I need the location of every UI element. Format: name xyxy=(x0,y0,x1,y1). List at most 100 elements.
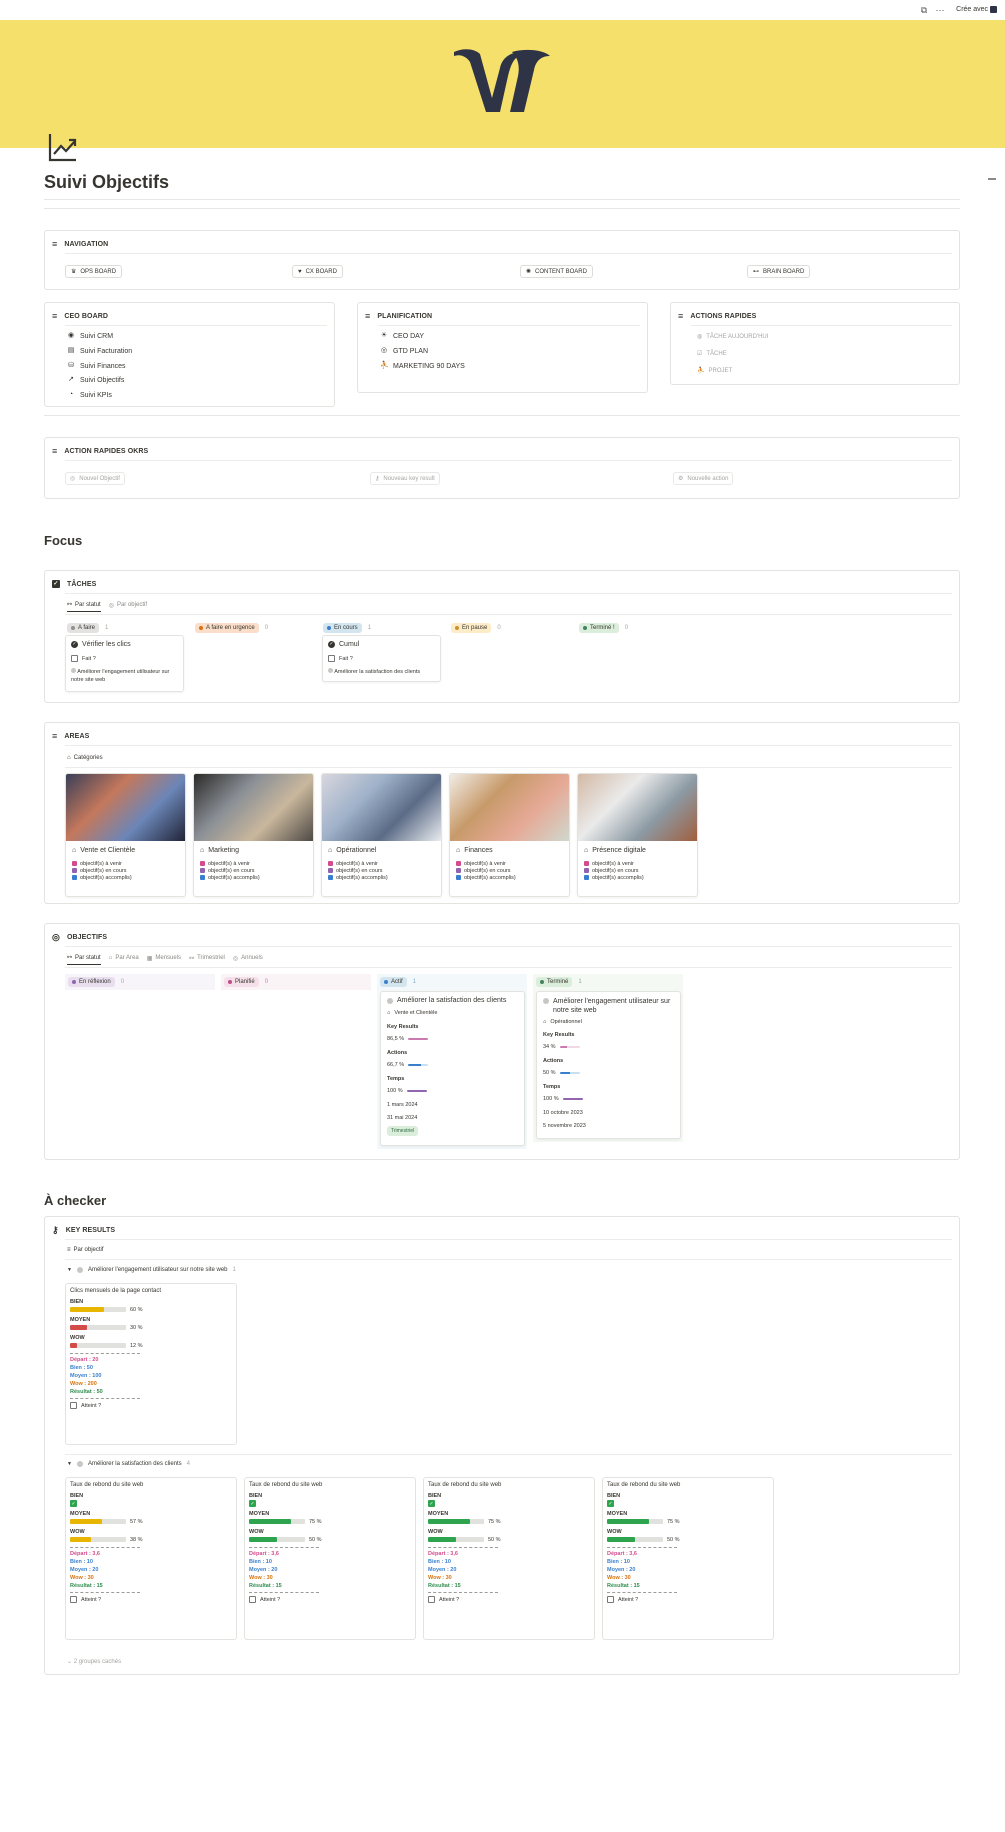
task-title: Vérifier les clics xyxy=(82,641,131,648)
fait-checkbox[interactable] xyxy=(328,655,335,662)
actions-label: Actions xyxy=(387,1050,408,1056)
nouvel-objectif-button[interactable]: ◎ Nouvel Objectif xyxy=(65,472,125,485)
action-tache-aujourdhui-button[interactable]: ◍ TÂCHE AUJOURD'HUI xyxy=(693,330,772,343)
tab-par-area[interactable]: ⌂ Par Area xyxy=(109,953,139,965)
cree-avec-button[interactable]: Crée avec xyxy=(956,4,997,16)
moyen-target: Moyen : 20 xyxy=(428,1567,457,1573)
task-card[interactable]: ✓ Cumul Fait ? Améliorer la satisfaction … xyxy=(322,635,441,682)
tab-par-objectif[interactable]: ◎ Par objectif xyxy=(109,600,147,612)
objective-card[interactable]: Améliorer la satisfaction des clients ⌂ V… xyxy=(380,991,525,1146)
objective-icon xyxy=(328,668,333,673)
dashed-divider xyxy=(428,1592,498,1593)
ceo-item-suivi-finances[interactable]: ⛁ Suivi Finances xyxy=(67,360,125,372)
tab-par-objectif[interactable]: ≡ Par objectif xyxy=(67,1245,104,1257)
ceo-board-block: ≡ CEO BOARD ◉ Suivi CRM ▤ Suivi Facturation… xyxy=(44,302,335,407)
ceo-item-suivi-facturation[interactable]: ▤ Suivi Facturation xyxy=(67,345,132,357)
nav-button-ops-board[interactable]: ♛ OPS BOARD xyxy=(65,265,123,278)
bien-target: Bien : 10 xyxy=(249,1559,272,1565)
ceo-item-suivi-kpis[interactable]: ◔ Suivi KPIs xyxy=(67,389,112,401)
area-card[interactable]: ⌂ Marketing objectif(s) à venir objectif(s)… xyxy=(193,773,314,897)
objective-title: Améliorer l'engagement utilisateur sur n… xyxy=(553,998,671,1014)
atteint-checkbox[interactable] xyxy=(607,1596,614,1603)
chevron-down-icon: ⌄ xyxy=(67,1659,73,1665)
objective-title-row: Améliorer la satisfaction des clients xyxy=(387,997,518,1004)
toc-toggle-icon[interactable] xyxy=(988,178,996,180)
action-projet-button[interactable]: ⛹ PROJET xyxy=(693,364,736,377)
tab-par-statut[interactable]: ⚯ Par statut xyxy=(67,600,101,612)
key-result-card[interactable]: Taux de rebond du site web BIEN ✓ MOYEN 75 %… xyxy=(423,1477,595,1640)
atteint-checkbox[interactable] xyxy=(70,1402,77,1409)
nouveau-key-result-button[interactable]: ⚷ Nouveau key result xyxy=(370,472,440,485)
key-result-card[interactable]: Clics mensuels de la page contact BIEN 6… xyxy=(65,1283,237,1445)
task-objectif[interactable]: Améliorer la satisfaction des clients xyxy=(328,668,435,675)
start-date: 10 octobre 2023 xyxy=(543,1110,583,1116)
atteint-checkbox[interactable] xyxy=(70,1596,77,1603)
atteint-checkbox[interactable] xyxy=(249,1596,256,1603)
tab-mensuels[interactable]: ▦ Mensuels xyxy=(147,953,181,965)
bien-checkbox[interactable]: ✓ xyxy=(607,1500,614,1507)
hidden-groups-toggle[interactable]: ⌄ 2 groupes cachés xyxy=(67,1658,121,1665)
area-cover-image xyxy=(66,774,185,841)
nouvelle-action-button[interactable]: ⚙ Nouvelle action xyxy=(673,472,734,485)
area-meta: objectif(s) à venir objectif(s) en cours o… xyxy=(584,860,644,881)
wow-value: 12 % xyxy=(130,1342,143,1349)
objective-icon xyxy=(387,997,393,1004)
divider xyxy=(44,208,960,209)
divider xyxy=(65,253,952,254)
ceo-board-header: ≡ CEO BOARD xyxy=(52,311,109,321)
plan-item-gtd-plan[interactable]: ◎ GTD PLAN xyxy=(380,345,428,357)
atteint-label: Atteint ? xyxy=(439,1596,460,1603)
key-result-card[interactable]: Taux de rebond du site web BIEN ✓ MOYEN 57 %… xyxy=(65,1477,237,1640)
status-column-planifie: Planifié 0 xyxy=(224,977,268,987)
task-card[interactable]: ✓ Vérifier les clics Fait ? Améliorer l'e… xyxy=(65,635,184,692)
area-card[interactable]: ⌂ Présence digitale objectif(s) à venir obj… xyxy=(577,773,698,897)
key-result-title: Clics mensuels de la page contact xyxy=(70,1288,162,1294)
menu-icon: ≡ xyxy=(52,239,58,249)
bien-checkbox[interactable]: ✓ xyxy=(249,1500,256,1507)
moyen-value: 75 % xyxy=(309,1518,322,1525)
group-header[interactable]: ▼ Améliorer l'engagement utilisateur sur … xyxy=(67,1267,236,1273)
divider xyxy=(44,415,960,416)
nav-button-brain-board[interactable]: ⊷ BRAIN BOARD xyxy=(747,265,811,278)
temps-value: 100 % xyxy=(387,1088,403,1094)
ceo-item-suivi-objectifs[interactable]: ↗ Suivi Objectifs xyxy=(67,374,124,386)
bien-checkbox[interactable]: ✓ xyxy=(428,1500,435,1507)
actions-value: 66,7 % xyxy=(387,1062,405,1068)
more-icon[interactable]: ⋯ xyxy=(934,4,946,16)
nav-button-cx-board[interactable]: ♥ CX BOARD xyxy=(292,265,343,278)
chart-line-icon: ↗ xyxy=(68,376,74,383)
bien-target: Bien : 50 xyxy=(70,1365,93,1371)
duplicate-icon[interactable]: ⧉ xyxy=(918,4,930,16)
key-results-progress xyxy=(559,1046,580,1048)
area-card[interactable]: ⌂ Finances objectif(s) à venir objectif(s) … xyxy=(449,773,570,897)
building-icon: ⌂ xyxy=(72,847,77,854)
key-result-card[interactable]: Taux de rebond du site web BIEN ✓ MOYEN 75 %… xyxy=(244,1477,416,1640)
key-result-title: Taux de rebond du site web xyxy=(607,1482,681,1488)
divider xyxy=(65,1454,952,1455)
area-card[interactable]: ⌂ Vente et Clientèle objectif(s) à venir ob… xyxy=(65,773,186,897)
bien-checkbox[interactable]: ✓ xyxy=(70,1500,77,1507)
nav-button-content-board[interactable]: ✺ CONTENT BOARD xyxy=(520,265,593,278)
area-card[interactable]: ⌂ Opérationnel objectif(s) à venir objectif… xyxy=(321,773,442,897)
tab-trimestriel[interactable]: ⚯ Trimestriel xyxy=(189,953,225,965)
progress-fill xyxy=(70,1519,102,1524)
plan-item-ceo-day[interactable]: ☀ CEO DAY xyxy=(380,330,424,342)
divider xyxy=(65,460,952,461)
group-header[interactable]: ▼ Améliorer la satisfaction des clients 4 xyxy=(67,1461,190,1467)
objective-card[interactable]: Améliorer l'engagement utilisateur sur n… xyxy=(536,991,681,1139)
key-result-card[interactable]: Taux de rebond du site web BIEN ✓ MOYEN 75 %… xyxy=(602,1477,774,1640)
temps-value: 100 % xyxy=(543,1096,559,1102)
ceo-item-suivi-crm[interactable]: ◉ Suivi CRM xyxy=(67,330,113,342)
check-circle-icon: ✓ xyxy=(328,641,335,648)
task-objectif[interactable]: Améliorer l'engagement utilisateur sur n… xyxy=(71,668,178,684)
tab-annuels[interactable]: ◎ Annuels xyxy=(233,953,263,965)
count-badge xyxy=(456,875,461,880)
tab-par-statut[interactable]: ⚯ Par statut xyxy=(67,953,101,965)
atteint-checkbox[interactable] xyxy=(428,1596,435,1603)
area-meta: objectif(s) à venir objectif(s) en cours o… xyxy=(200,860,260,881)
tab-categories[interactable]: ⌂ Catégories xyxy=(67,753,103,765)
plan-item-marketing-90-days[interactable]: ⛹ MARKETING 90 DAYS xyxy=(380,360,465,372)
status-badge: A faire en urgence xyxy=(195,623,259,633)
action-tache-button[interactable]: ☑ TÂCHE xyxy=(693,347,731,360)
fait-checkbox[interactable] xyxy=(71,655,78,662)
